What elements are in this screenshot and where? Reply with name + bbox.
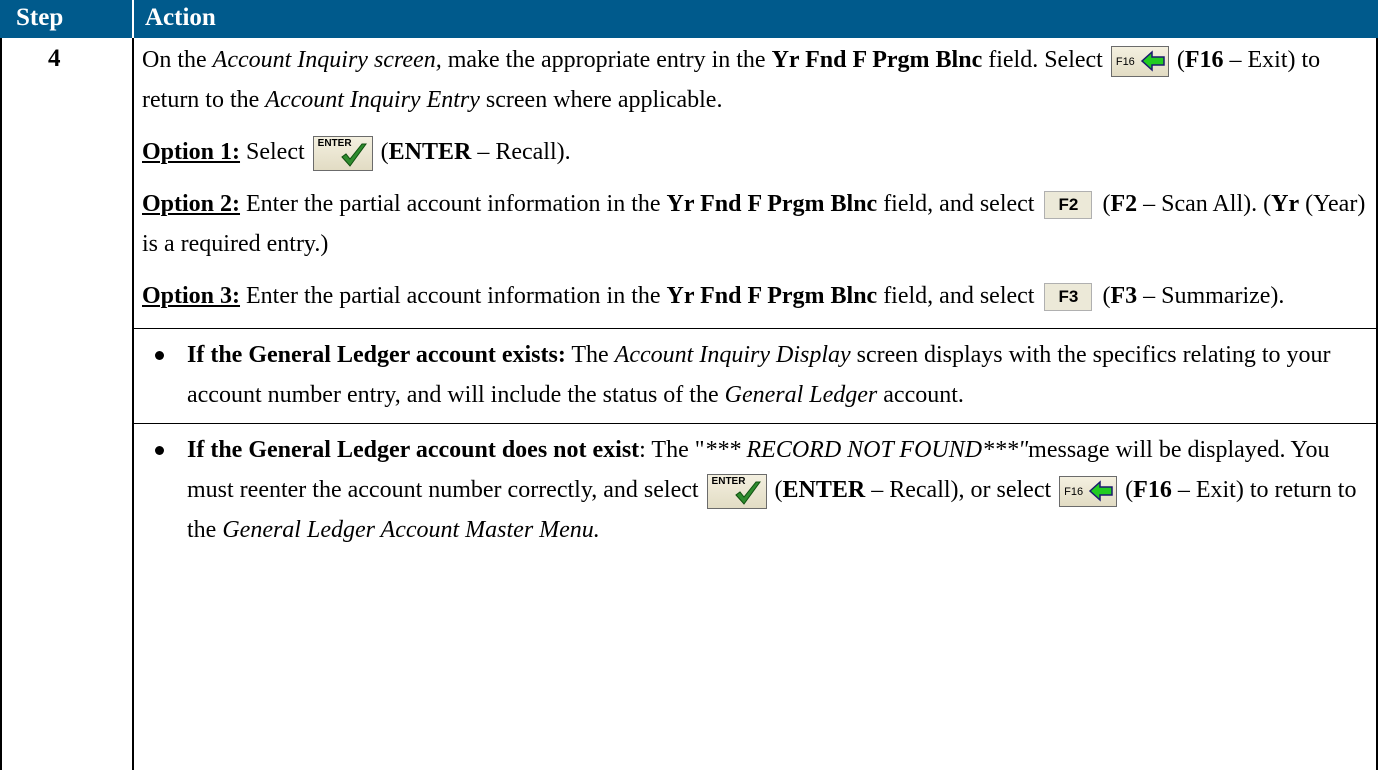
option-1: Option 1: Select ENTER (ENTER – Recall). xyxy=(142,132,1368,172)
outcome-list: If the General Ledger account exists: Th… xyxy=(142,335,1368,415)
section-divider xyxy=(132,328,1378,329)
header-separator xyxy=(132,0,134,38)
outcome-exists: If the General Ledger account exists: Th… xyxy=(142,335,1368,415)
section-divider xyxy=(132,423,1378,424)
enter-check-icon[interactable]: ENTER xyxy=(706,473,767,509)
intro-paragraph: On the Account Inquiry screen, make the … xyxy=(142,45,1321,113)
exit-arrow-icon[interactable]: F16 xyxy=(1110,45,1169,77)
bullet-icon xyxy=(155,446,164,455)
action-content: On the Account Inquiry screen, make the … xyxy=(132,40,1378,558)
option-3: Option 3: Enter the partial account info… xyxy=(142,276,1368,316)
table-header: Step Action xyxy=(0,0,1378,38)
action-column-header: Action xyxy=(145,4,216,31)
option-2: Option 2: Enter the partial account info… xyxy=(142,191,1366,257)
f2-key-icon[interactable]: F2 xyxy=(1044,191,1093,220)
outcome-not-exists: If the General Ledger account does not e… xyxy=(142,430,1368,550)
exit-arrow-icon[interactable]: F16 xyxy=(1059,475,1118,507)
f3-key-icon[interactable]: F3 xyxy=(1044,283,1093,312)
step-column-header: Step xyxy=(16,4,64,31)
outcome-list: If the General Ledger account does not e… xyxy=(142,430,1368,550)
table-border-middle xyxy=(132,38,134,770)
enter-check-icon[interactable]: ENTER xyxy=(312,135,373,171)
table-border-left xyxy=(0,38,2,770)
step-action-table: Step Action 4 On the Account Inquiry scr… xyxy=(0,0,1378,770)
step-number: 4 xyxy=(48,45,61,72)
bullet-icon xyxy=(155,351,164,360)
